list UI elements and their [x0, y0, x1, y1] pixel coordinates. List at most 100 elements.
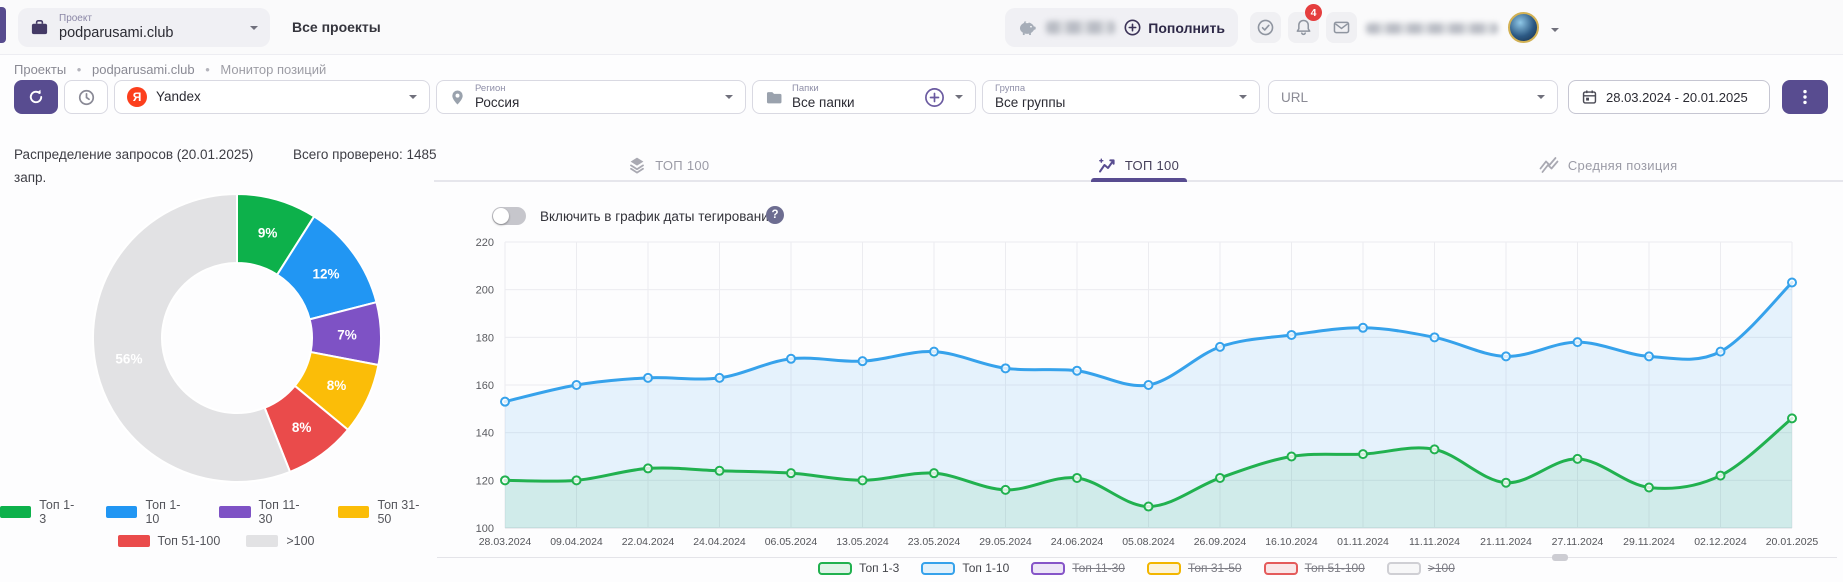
region-label: Регион	[475, 84, 519, 95]
breadcrumb-separator: •	[77, 62, 82, 77]
toggle-knob	[493, 208, 509, 224]
donut-legend-item: Топ 51-100	[118, 534, 221, 548]
avatar[interactable]	[1508, 12, 1539, 43]
svg-text:200: 200	[476, 285, 494, 297]
chart-legend-item[interactable]: Топ 51-100	[1264, 561, 1365, 575]
svg-text:26.09.2024: 26.09.2024	[1194, 536, 1247, 548]
legend-swatch	[106, 506, 137, 518]
svg-text:220: 220	[476, 237, 494, 249]
account-chevron-down-icon[interactable]	[1551, 28, 1559, 36]
svg-text:22.04.2024: 22.04.2024	[622, 536, 675, 548]
chart-legend-item[interactable]: Топ 1-3	[818, 561, 899, 575]
svg-text:29.05.2024: 29.05.2024	[979, 536, 1032, 548]
svg-text:160: 160	[476, 380, 494, 392]
tagging-dates-toggle[interactable]	[492, 207, 526, 225]
svg-text:56%: 56%	[115, 352, 142, 367]
date-range-button[interactable]: 28.03.2024 - 20.01.2025	[1568, 80, 1770, 114]
tab-top100-distribution[interactable]: ТОП 100	[434, 150, 904, 180]
svg-text:9%: 9%	[258, 225, 278, 240]
region-select[interactable]: Регион Россия	[436, 80, 746, 114]
plus-circle-icon	[1124, 19, 1141, 36]
region-value: Россия	[475, 95, 519, 110]
breadcrumb: Проекты • podparusami.club • Монитор поз…	[14, 62, 326, 77]
project-label: Проект	[59, 13, 173, 25]
svg-text:01.11.2024: 01.11.2024	[1337, 536, 1389, 548]
chart-legend-item[interactable]: >100	[1387, 561, 1455, 575]
donut-legend-item: Топ 1-10	[106, 498, 193, 526]
more-actions-button[interactable]	[1782, 80, 1828, 114]
layers-icon	[628, 156, 646, 174]
history-button[interactable]	[64, 80, 108, 114]
svg-text:140: 140	[476, 428, 494, 440]
mail-icon	[1332, 18, 1351, 37]
url-select[interactable]: URL	[1268, 80, 1558, 114]
messages-button[interactable]	[1326, 12, 1357, 43]
svg-text:09.04.2024: 09.04.2024	[550, 536, 603, 548]
line-chart: 10012014016018020022028.03.202409.04.202…	[430, 225, 1843, 555]
topup-label: Пополнить	[1148, 20, 1225, 36]
legend-label: >100	[1428, 561, 1455, 575]
average-position-icon	[1539, 156, 1559, 174]
svg-text:29.11.2024: 29.11.2024	[1623, 536, 1675, 548]
svg-text:05.08.2024: 05.08.2024	[1122, 536, 1175, 548]
chevron-down-icon	[955, 95, 963, 103]
search-engine-value: Yandex	[156, 89, 201, 104]
project-selector[interactable]: Проект podparusami.club	[18, 8, 270, 47]
legend-swatch	[1264, 562, 1298, 575]
breadcrumb-separator: •	[205, 62, 210, 77]
legend-label: >100	[286, 534, 314, 548]
svg-text:06.05.2024: 06.05.2024	[765, 536, 818, 548]
line-chart-legend: Топ 1-3 Топ 1-10 Топ 11-30 Топ 31-50 Топ 51-…	[430, 561, 1843, 575]
legend-swatch	[219, 506, 250, 518]
seo-position-monitor-page: Проект podparusami.club Все проекты	[0, 0, 1843, 582]
help-icon[interactable]: ?	[766, 206, 784, 224]
donut-chart: 9%12%7%8%8%56%	[91, 192, 383, 484]
legend-label: Топ 11-30	[259, 498, 313, 526]
legend-swatch	[1387, 562, 1421, 575]
briefcase-icon	[30, 18, 49, 37]
folders-value: Все папки	[792, 95, 855, 110]
all-projects-link[interactable]: Все проекты	[292, 19, 381, 35]
chevron-down-icon	[1537, 95, 1545, 103]
topbar: Проект podparusami.club Все проекты	[0, 0, 1843, 55]
trend-chart-icon	[1098, 157, 1116, 174]
tab-average-position[interactable]: Средняя позиция	[1373, 150, 1843, 180]
account-email-redacted	[1366, 23, 1498, 34]
tab-top100-chart[interactable]: ТОП 100	[904, 150, 1374, 180]
chart-legend-item[interactable]: Топ 31-50	[1147, 561, 1242, 575]
tasks-button[interactable]	[1250, 12, 1281, 43]
chevron-down-icon	[409, 95, 417, 103]
chart-scrollbar-handle[interactable]	[1552, 554, 1568, 561]
chart-legend-item[interactable]: Топ 1-10	[921, 561, 1009, 575]
svg-text:7%: 7%	[337, 328, 357, 343]
piggy-bank-icon	[1018, 18, 1037, 37]
legend-swatch	[246, 535, 278, 547]
group-select[interactable]: Группа Все группы	[982, 80, 1260, 114]
topup-button[interactable]: Пополнить	[1124, 19, 1225, 36]
folder-icon	[765, 89, 783, 106]
donut-title: Распределение запросов (20.01.2025)	[14, 147, 253, 162]
folders-select[interactable]: Папки Все папки	[752, 80, 976, 114]
svg-text:23.05.2024: 23.05.2024	[908, 536, 961, 548]
total-checked: Всего проверено: 1485	[293, 147, 437, 162]
breadcrumb-project-link[interactable]: podparusami.club	[92, 62, 195, 77]
search-engine-select[interactable]: Я Yandex	[114, 80, 430, 114]
balance-widget[interactable]: Пополнить	[1005, 8, 1238, 47]
legend-label: Топ 1-3	[859, 561, 899, 575]
sidebar-edge[interactable]	[0, 7, 6, 43]
chart-legend-item[interactable]: Топ 11-30	[1031, 561, 1125, 575]
group-label: Группа	[995, 84, 1065, 95]
add-folder-button[interactable]	[924, 87, 945, 108]
svg-text:20.01.2025: 20.01.2025	[1766, 536, 1819, 548]
project-value: podparusami.club	[59, 25, 173, 42]
legend-swatch	[818, 562, 852, 575]
refresh-button[interactable]	[14, 80, 58, 114]
location-pin-icon	[449, 88, 466, 107]
notifications-button[interactable]: 4	[1288, 12, 1319, 43]
svg-text:28.03.2024: 28.03.2024	[479, 536, 532, 548]
legend-label: Топ 51-100	[158, 534, 221, 548]
chart-scrollbar-track	[437, 557, 1837, 558]
breadcrumb-projects-link[interactable]: Проекты	[14, 62, 66, 77]
legend-label: Топ 51-100	[1305, 561, 1365, 575]
donut-legend-item: Топ 11-30	[219, 498, 312, 526]
